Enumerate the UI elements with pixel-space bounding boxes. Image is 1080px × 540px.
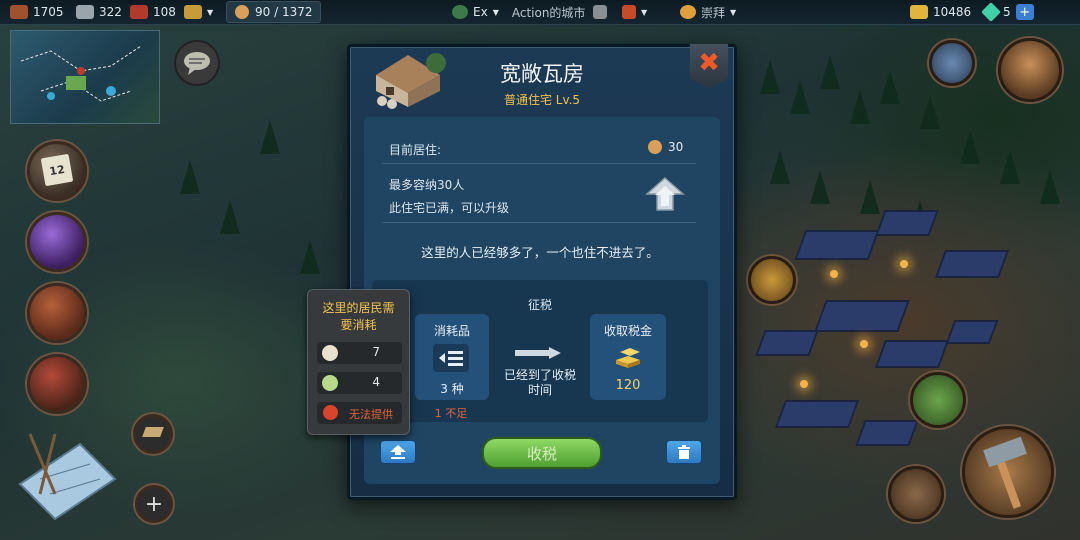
collect-tax-button[interactable]: 收税 (482, 437, 602, 469)
religion-selector[interactable]: 崇拜 ▼ (680, 0, 736, 24)
list-icon (433, 344, 469, 372)
city-name: Action的城市 (511, 5, 586, 20)
sun-icon (680, 5, 696, 19)
minimap[interactable] (10, 30, 160, 124)
chevron-down-icon: ▼ (207, 7, 214, 17)
player-tag: Ex (473, 5, 488, 19)
rice-icon (322, 345, 338, 361)
current-residents-value: 30 (668, 140, 684, 154)
consumables-card[interactable]: 消耗品 3 种 (415, 314, 489, 400)
research-menu[interactable]: ▼ (593, 0, 647, 24)
religion-label: 崇拜 (701, 5, 726, 20)
world-map-button[interactable] (929, 40, 975, 86)
layers-button[interactable] (133, 414, 173, 454)
consumables-label: 消耗品 (433, 324, 470, 338)
full-note: 此住宅已满，可以升级 (389, 201, 510, 215)
arrow-right-icon (515, 344, 561, 359)
gem-icon (981, 2, 1001, 22)
citizen-icon (235, 5, 249, 19)
laurel-icon (452, 5, 468, 19)
potion-button[interactable] (27, 212, 87, 272)
gold-storage-button[interactable] (748, 256, 796, 304)
capacity-text: 最多容纳30人 (389, 176, 464, 193)
upgrade-arrow-icon[interactable] (645, 176, 685, 212)
gold-count: 10486 (933, 5, 972, 19)
chevron-down-icon: ▼ (492, 7, 499, 17)
gold-icon (910, 5, 928, 19)
tooltip-title: 这里的居民需要消耗 (308, 300, 409, 334)
status-notice: 这里的人已经够多了，一个也住不进去了。 (421, 245, 659, 260)
chat-button[interactable] (174, 40, 220, 86)
tooltip-item-apple: 无法提供 (317, 402, 402, 424)
advisor-portrait[interactable] (998, 38, 1062, 102)
chevron-down-icon: ▼ (641, 7, 648, 17)
buy-gems-button[interactable]: + (1015, 4, 1034, 20)
population-badge[interactable]: 90 / 1372 (226, 1, 322, 23)
cabbage-value: 4 (372, 375, 380, 389)
calendar-icon: 12 (40, 153, 74, 187)
tax-amount: 120 (615, 378, 641, 393)
capacity-value: 30 (437, 178, 453, 192)
tax-status: 已经到了收税时间 (503, 368, 576, 397)
current-residents: 30 (648, 140, 683, 154)
wood-icon (10, 5, 28, 19)
capacity-suffix: 人 (452, 178, 465, 192)
hammer-build-button[interactable] (962, 426, 1054, 518)
move-building-icon (390, 445, 406, 459)
gem-count: 5 (1003, 5, 1011, 19)
rice-value: 7 (372, 345, 380, 359)
tax-collect-label: 收取税金 (603, 324, 652, 338)
hammer-icon (983, 436, 1027, 509)
minimap-routes (20, 45, 142, 102)
add-button[interactable]: + (135, 485, 173, 523)
quill-icon (593, 5, 607, 19)
plus-icon: + (144, 491, 164, 517)
current-residents-label: 目前居住: (389, 143, 442, 157)
relocate-button[interactable] (380, 440, 416, 464)
consumption-tooltip: 这里的居民需要消耗 7 4 无法提供 (307, 289, 410, 435)
cabbage-icon (322, 375, 338, 391)
top-resource-bar: 1705 322 108 ▼ 90 / 1372 Ex ▼ Action的城市 … (0, 0, 1080, 25)
chevron-down-icon: ▼ (730, 7, 737, 17)
blueprint-map-icon (18, 433, 117, 521)
ore-icon (130, 5, 148, 19)
divider (382, 163, 696, 164)
close-icon: ✖ (698, 48, 720, 78)
building-menu-button[interactable]: ▼ (184, 0, 213, 24)
tooltip-title-text: 这里的居民需要消耗 (322, 301, 395, 332)
consumables-shortage: 1 不足 (434, 407, 468, 420)
demolish-button[interactable] (666, 440, 702, 464)
tooltip-item-rice: 7 (317, 342, 402, 364)
blueprint-build-button[interactable] (10, 424, 120, 524)
wood-count: 1705 (33, 5, 64, 19)
layers-icon (142, 427, 164, 437)
shovel-button[interactable] (888, 466, 944, 522)
stone-count: 322 (99, 5, 122, 19)
consumables-count: 3 种 (440, 382, 464, 396)
market-cart-button[interactable] (27, 354, 87, 414)
buildings-icon (184, 5, 202, 19)
building-level: 普通住宅 Lv.5 (503, 93, 581, 107)
tooltip-item-cabbage: 4 (317, 372, 402, 394)
building-title: 宽敞瓦房 (500, 62, 584, 86)
speech-bubble-icon (184, 52, 210, 75)
tech-icon (622, 5, 636, 19)
stone-icon (76, 5, 94, 19)
collect-tax-card[interactable]: 收取税金 120 (590, 314, 666, 400)
ore-count: 108 (153, 5, 176, 19)
divider (382, 222, 696, 223)
calendar-day: 12 (48, 162, 66, 178)
population-count: 90 / 1372 (255, 5, 313, 19)
player-city-selector[interactable]: Ex ▼ Action的城市 (452, 0, 585, 24)
trash-icon (678, 445, 690, 459)
gold-bars-icon (614, 346, 642, 368)
citizen-icon (648, 140, 662, 154)
calendar-button[interactable]: 12 (27, 141, 87, 201)
backpack-button[interactable] (27, 283, 87, 343)
tax-title: 征税 (527, 298, 552, 312)
road-build-button[interactable] (910, 372, 966, 428)
apple-unavailable: 无法提供 (349, 408, 393, 421)
apple-icon (323, 405, 338, 420)
capacity-prefix: 最多容纳 (389, 178, 438, 192)
